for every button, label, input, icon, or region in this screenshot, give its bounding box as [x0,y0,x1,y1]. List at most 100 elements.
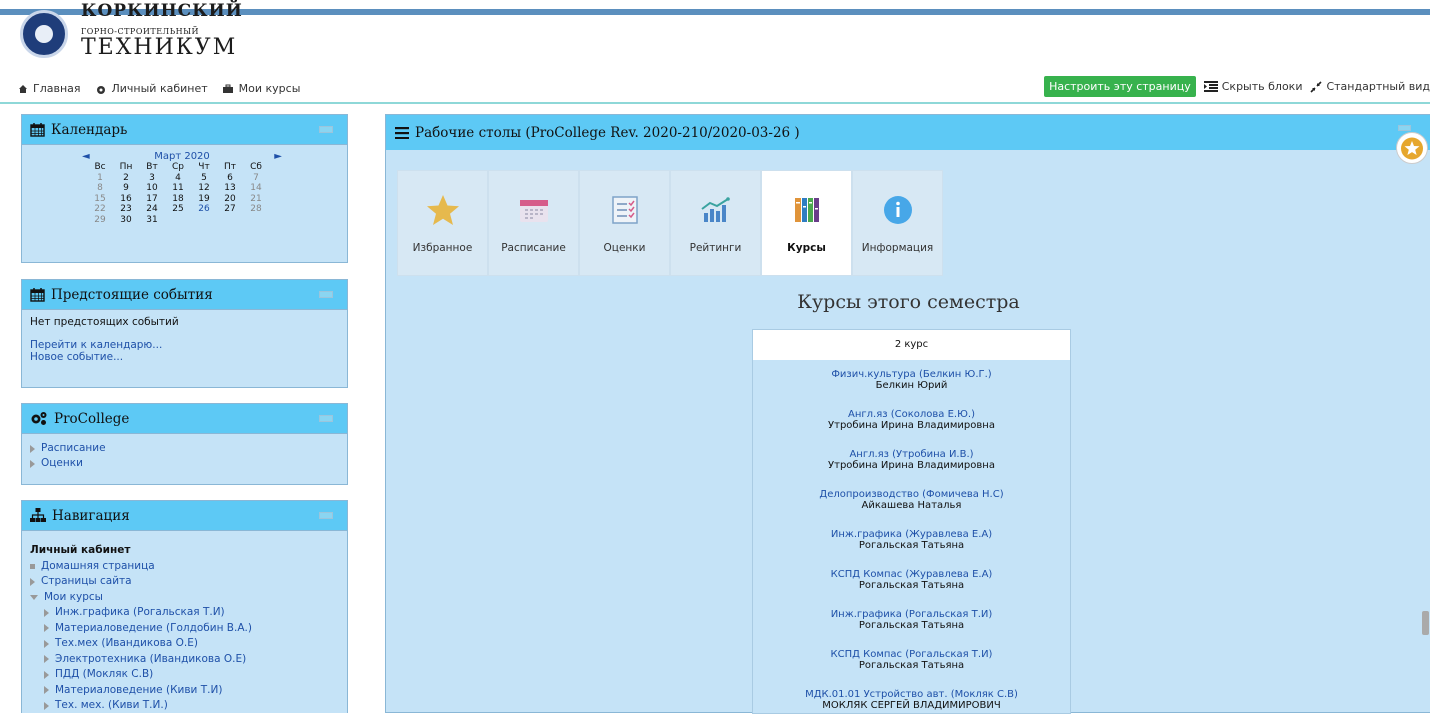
nav-tree-course-label: Материаловедение (Киви Т.И) [55,683,223,696]
calendar-day-today[interactable]: 26 [191,204,217,215]
calendar-day[interactable]: 9 [113,183,139,194]
favorite-star-button[interactable] [1396,132,1428,164]
nav-tree-my-courses[interactable]: Мои курсы [30,590,339,606]
calendar-day[interactable]: 2 [113,173,139,184]
calendar-day[interactable]: 11 [165,183,191,194]
checklist-icon [611,193,638,227]
calendar-day[interactable]: 14 [243,183,269,194]
procollege-item-grades[interactable]: Оценки [30,456,339,471]
hide-blocks-toggle[interactable]: Скрыть блоки [1203,80,1302,93]
block-collapse-toggle[interactable] [319,415,333,422]
calendar-day[interactable]: 3 [139,173,165,184]
nav-tree-root[interactable]: Личный кабинет [30,543,339,559]
calendar-day[interactable]: 12 [191,183,217,194]
navigation-tree: Личный кабинет Домашняя страница Страниц… [22,531,347,722]
tab-favorites[interactable]: Избранное [397,170,488,276]
goto-calendar-link[interactable]: Перейти к календарю... [30,339,339,351]
hamburger-icon[interactable] [395,126,409,139]
nav-tree-site-pages[interactable]: Страницы сайта [30,574,339,590]
navigation-title: Навигация [52,507,130,524]
calendar-day[interactable]: 13 [217,183,243,194]
block-collapse-toggle[interactable] [1398,125,1411,131]
nav-tree-home-page[interactable]: Домашняя страница [30,559,339,575]
calendar-day[interactable]: 5 [191,173,217,184]
course-link[interactable]: КСПД Компас (Рогальская Т.И) [753,649,1070,660]
course-teacher: Рогальская Татьяна [858,580,965,591]
block-collapse-toggle[interactable] [319,512,333,519]
nav-tree-course[interactable]: Электротехника (Ивандикова О.Е) [44,652,339,668]
tab-label: Оценки [603,242,646,254]
nav-tree-label: Домашняя страница [41,559,155,572]
calendar-day[interactable]: 6 [217,173,243,184]
customize-page-button[interactable]: Настроить эту страницу [1044,76,1196,97]
tab-info[interactable]: Информация [852,170,943,276]
calendar-day[interactable]: 31 [139,215,165,226]
course-link[interactable]: Физич.культура (Белкин Ю.Г.) [753,369,1070,380]
block-collapse-toggle[interactable] [319,126,333,133]
calendar-prev-arrow[interactable]: ◄ [82,151,90,162]
calendar-day[interactable]: 24 [139,204,165,215]
new-event-link[interactable]: Новое событие... [30,351,339,363]
tab-ratings[interactable]: Рейтинги [670,170,761,276]
tab-courses[interactable]: Курсы [761,170,852,276]
course-link[interactable]: КСПД Компас (Журавлева Е.А) [753,569,1070,580]
calendar-day[interactable]: 23 [113,204,139,215]
indent-icon [1203,81,1218,92]
calendar-weekday: Пт [223,162,236,172]
tab-label: Избранное [412,242,473,254]
star-icon [426,193,460,227]
calendar-day[interactable]: 28 [243,204,269,215]
calendar-day[interactable]: 21 [243,194,269,205]
calendar-day[interactable]: 8 [87,183,113,194]
nav-tree-course[interactable]: Материаловедение (Киви Т.И) [44,683,339,699]
calendar-day[interactable]: 22 [87,204,113,215]
course-link[interactable]: Инж.графика (Рогальская Т.И) [753,609,1070,620]
calendar-day[interactable]: 19 [191,194,217,205]
block-collapse-toggle[interactable] [319,291,333,298]
procollege-item-schedule[interactable]: Расписание [30,441,339,456]
nav-home[interactable]: Главная [18,82,81,95]
calendar-day[interactable]: 16 [113,194,139,205]
calendar-day[interactable]: 15 [87,194,113,205]
course-link[interactable]: Англ.яз (Утробина И.В.) [753,449,1070,460]
calendar-day[interactable]: 18 [165,194,191,205]
events-block-header: Предстоящие события [22,280,347,310]
tab-schedule[interactable]: Расписание [488,170,579,276]
nav-tree-course[interactable]: Инж.графика (Рогальская Т.И) [44,605,339,621]
course-link[interactable]: Англ.яз (Соколова Е.Ю.) [753,409,1070,420]
calendar-day[interactable]: 29 [87,215,113,226]
nav-tree-course-label: Тех. мех. (Киви Т.И.) [55,699,168,711]
calendar-day[interactable]: 10 [139,183,165,194]
nav-tree-course[interactable]: Тех.мех (Ивандикова О.Е) [44,636,339,652]
calendar-month-label[interactable]: Март 2020 [154,151,210,162]
nav-tree-course[interactable]: Материаловедение (Голдобин В.А.) [44,621,339,637]
scrollbar-thumb[interactable] [1422,611,1429,635]
course-link[interactable]: Инж.графика (Журавлева Е.А) [753,529,1070,540]
standard-view-toggle[interactable]: Стандартный вид [1310,80,1430,93]
star-icon [1401,137,1423,159]
calendar-day[interactable]: 20 [217,194,243,205]
nav-tree-course[interactable]: ПДД (Мокляк С.В) [44,667,339,683]
calendar-day[interactable]: 7 [243,173,269,184]
calendar-day[interactable]: 1 [87,173,113,184]
calendar-day[interactable]: 30 [113,215,139,226]
events-body: Нет предстоящих событий Перейти к календ… [22,310,347,369]
procollege-block: ProCollege Расписание Оценки [21,403,348,485]
calendar-day[interactable]: 25 [165,204,191,215]
calendar-title: Календарь [51,121,128,138]
calendar-day[interactable]: 27 [217,204,243,215]
nav-links: Главная Личный кабинет Мои курсы [18,82,300,95]
tab-grades[interactable]: Оценки [579,170,670,276]
procollege-block-header: ProCollege [22,404,347,434]
course-link[interactable]: МДК.01.01 Устройство авт. (Мокляк С.В) [753,689,1070,700]
nav-tree-label: Страницы сайта [41,575,132,587]
site-logo[interactable]: КОРКИНСКИЙ ГОРНО-СТРОИТЕЛЬНЫЙ ТЕХНИКУМ [19,0,279,70]
calendar-day[interactable]: 17 [139,194,165,205]
nav-my-courses[interactable]: Мои курсы [222,82,300,95]
calendar-next-arrow[interactable]: ► [274,151,282,162]
course-entry: МДК.01.01 Устройство авт. (Мокляк С.В) МО… [753,689,1070,720]
calendar-day[interactable]: 4 [165,173,191,184]
nav-cabinet[interactable]: Личный кабинет [95,82,208,95]
nav-tree-course[interactable]: Тех. мех. (Киви Т.И.) [44,698,339,714]
course-link[interactable]: Делопроизводство (Фомичева Н.С) [753,489,1070,500]
